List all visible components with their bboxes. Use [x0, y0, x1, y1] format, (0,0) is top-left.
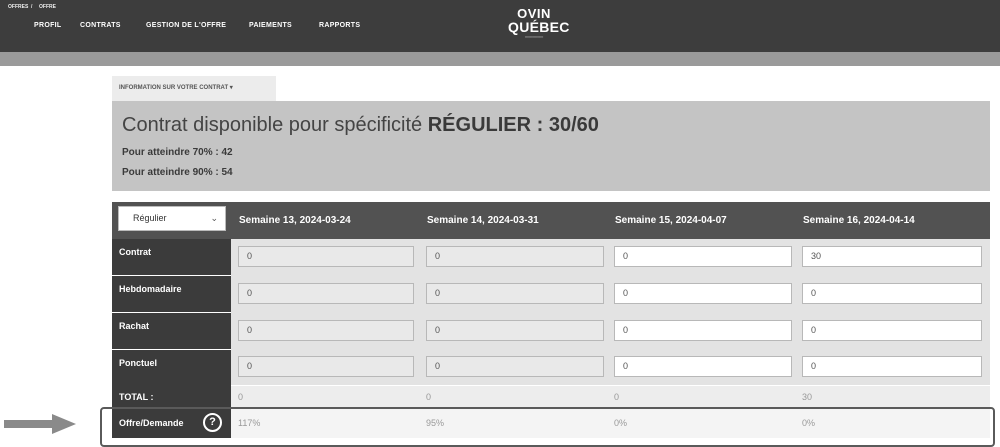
target-90-line: Pour atteindre 90% : 54 [122, 167, 233, 178]
title-prefix: Contrat disponible pour spécificité [122, 114, 423, 136]
ponctuel-week-2-input: 0 [426, 356, 604, 377]
rachat-week-3-input[interactable]: 0 [614, 320, 792, 341]
target-70-line: Pour atteindre 70% : 42 [122, 147, 233, 158]
rachat-week-1-input: 0 [238, 320, 414, 341]
chevron-down-icon: ⌄ [210, 213, 218, 223]
breadcrumb-separator: / [31, 4, 33, 10]
total-week-2: 0 [426, 392, 432, 402]
nav-rapports[interactable]: RAPPORTS [319, 0, 360, 52]
hebdomadaire-week-1-input: 0 [238, 283, 414, 304]
row-label-hebdomadaire: Hebdomadaire [112, 276, 231, 312]
contrat-week-2-input: 0 [426, 246, 604, 267]
ponctuel-week-4-input[interactable]: 0 [802, 356, 982, 377]
breadcrumb [0, 52, 1000, 66]
ponctuel-week-3-input[interactable]: 0 [614, 356, 792, 377]
nav-gestion-offre[interactable]: GESTION DE L'OFFRE [146, 0, 226, 52]
contrat-week-4-input[interactable]: 30 [802, 246, 982, 267]
total-week-1: 0 [238, 392, 244, 402]
hebdomadaire-week-4-input[interactable]: 0 [802, 283, 982, 304]
week-header-2: Semaine 14, 2024-03-31 [427, 215, 539, 226]
total-label: TOTAL : [112, 386, 231, 408]
rachat-week-4-input[interactable]: 0 [802, 320, 982, 341]
specificity-select-value: Régulier [133, 213, 167, 223]
hebdomadaire-week-3-input[interactable]: 0 [614, 283, 792, 304]
contrat-week-1-input: 0 [238, 246, 414, 267]
breadcrumb-offre: OFFRE [39, 4, 56, 10]
total-week-3: 0 [614, 392, 620, 402]
total-week-4: 30 [802, 392, 813, 402]
contrat-week-3-input[interactable]: 0 [614, 246, 792, 267]
nav-contrats[interactable]: CONTRATS [80, 0, 121, 52]
contract-info-tab[interactable]: INFORMATION SUR VOTRE CONTRAT ▾ [112, 76, 276, 101]
logo-main-text: QUÉBEC [508, 19, 570, 35]
arrow-right-icon [4, 414, 76, 434]
specificity-select[interactable]: Régulier ⌄ [118, 206, 226, 231]
week-header-4: Semaine 16, 2024-04-14 [803, 215, 915, 226]
nav-paiements[interactable]: PAIEMENTS [249, 0, 292, 52]
row-label-ponctuel: Ponctuel [112, 350, 231, 386]
title-strong: RÉGULIER : 30/60 [427, 114, 599, 136]
ovin-quebec-logo[interactable]: OVIN QUÉBEC ━━━━━━━━━━ [508, 7, 570, 45]
offre-demande-highlight-box [100, 407, 995, 447]
ponctuel-week-1-input: 0 [238, 356, 414, 377]
week-header-3: Semaine 15, 2024-04-07 [615, 215, 727, 226]
hebdomadaire-week-2-input: 0 [426, 283, 604, 304]
rachat-week-2-input: 0 [426, 320, 604, 341]
row-label-contrat: Contrat [112, 239, 231, 275]
contract-availability-title: Contrat disponible pour spécificité RÉGU… [122, 114, 599, 137]
contract-info-panel: Contrat disponible pour spécificité RÉGU… [112, 101, 990, 191]
week-header-1: Semaine 13, 2024-03-24 [239, 215, 351, 226]
row-label-rachat: Rachat [112, 313, 231, 349]
total-row [231, 386, 990, 408]
breadcrumb-offres[interactable]: OFFRES [8, 0, 28, 14]
